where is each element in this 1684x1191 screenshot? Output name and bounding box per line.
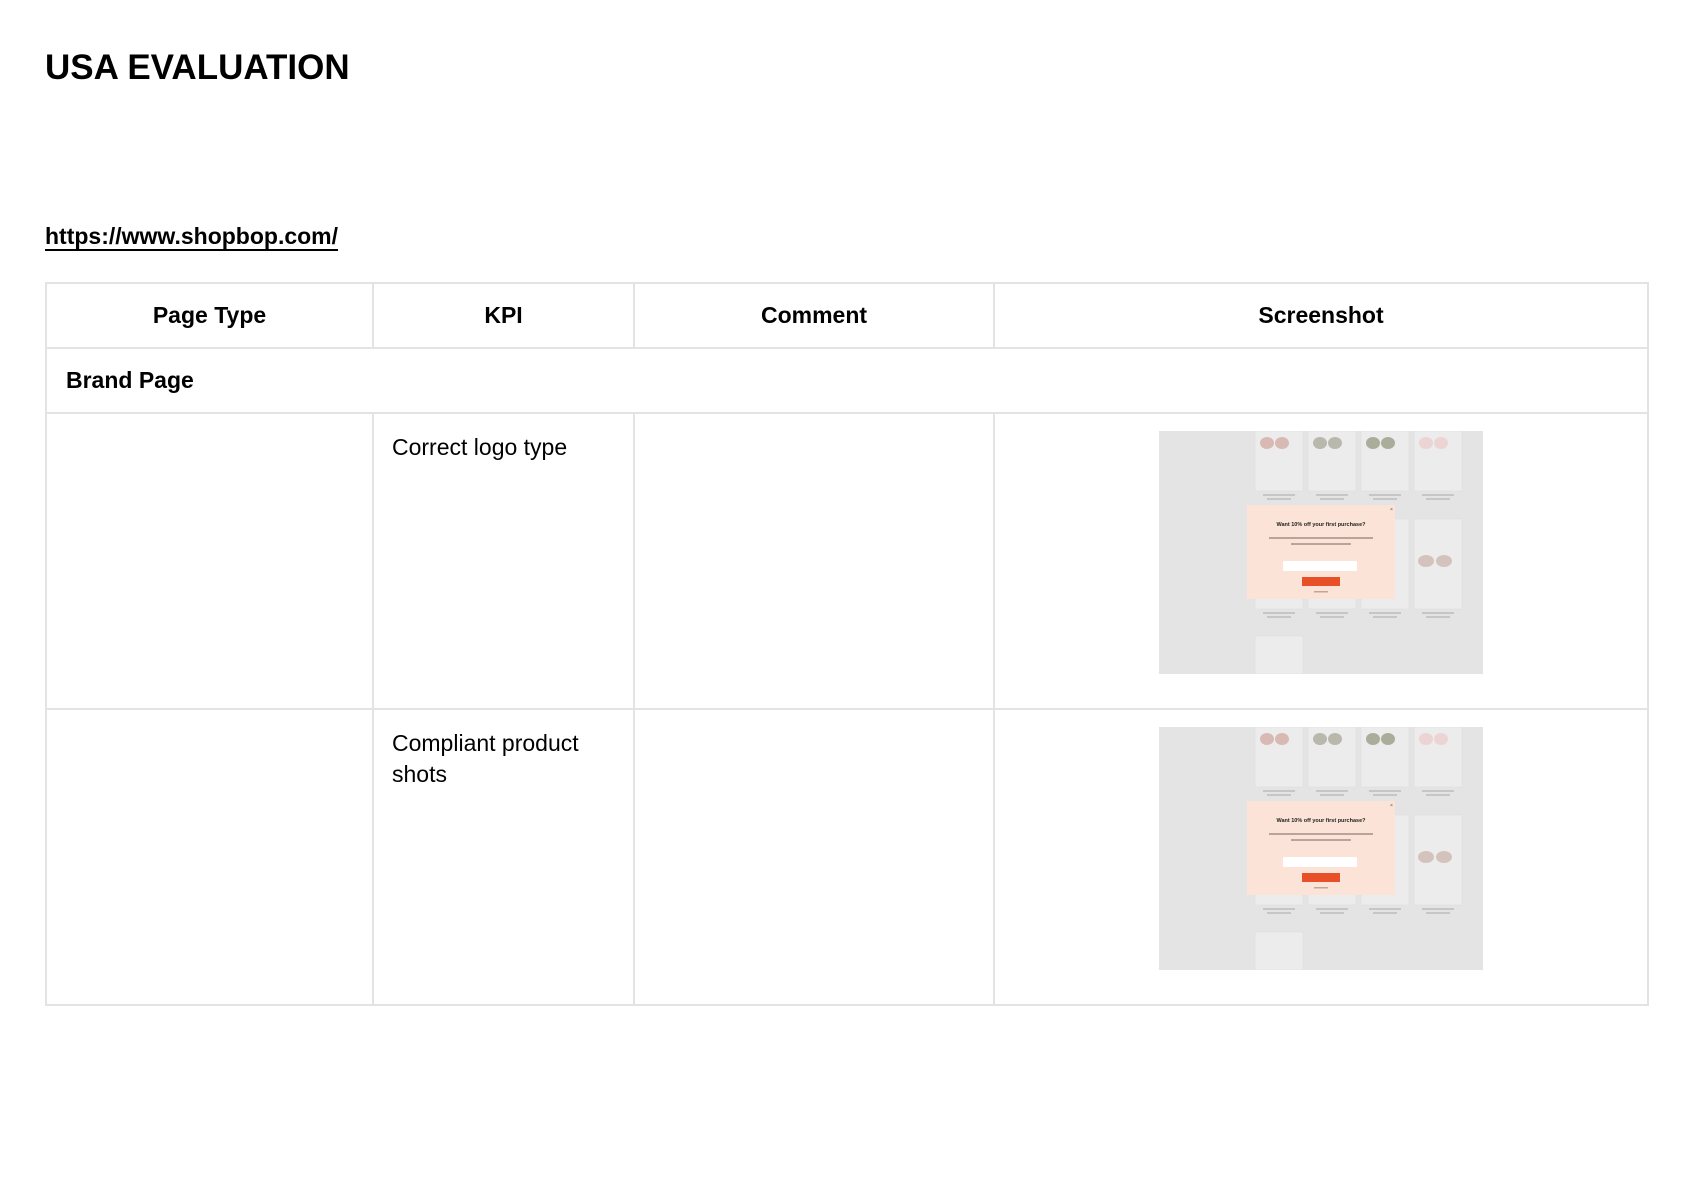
screenshot-cell: Want 10% off your first purchase? ×: [993, 412, 1649, 710]
header-comment: Comment: [633, 282, 995, 349]
kpi-cell: Compliant product shots: [372, 708, 635, 1006]
screenshot-thumbnail: Want 10% off your first purchase? ×: [1159, 431, 1483, 674]
comment-cell: [633, 412, 995, 710]
table-row: Compliant product shots Want 10% off you…: [45, 708, 1649, 1006]
svg-text:×: ×: [1390, 803, 1393, 809]
section-label: Brand Page: [45, 347, 1649, 414]
header-screenshot: Screenshot: [993, 282, 1649, 349]
document-title: USA EVALUATION: [45, 48, 350, 87]
screenshot-cell: Want 10% off your first purchase? ×: [993, 708, 1649, 1006]
page-type-cell: [45, 708, 374, 1006]
kpi-cell: Correct logo type: [372, 412, 635, 710]
table-header-row: Page Type KPI Comment Screenshot: [45, 282, 1649, 349]
header-kpi: KPI: [372, 282, 635, 349]
evaluation-table: Page Type KPI Comment Screenshot Brand P…: [45, 282, 1649, 1006]
screenshot-thumbnail: Want 10% off your first purchase? ×: [1159, 727, 1483, 970]
shopbop-url-link[interactable]: https://www.shopbop.com/: [45, 221, 338, 251]
svg-text:Want 10% off your first purcha: Want 10% off your first purchase?: [1276, 818, 1366, 824]
table-row: Correct logo type Want 10% off your firs…: [45, 412, 1649, 710]
svg-text:Want 10% off your first purcha: Want 10% off your first purchase?: [1276, 522, 1366, 528]
section-row: Brand Page: [45, 347, 1649, 414]
page-type-cell: [45, 412, 374, 710]
svg-text:×: ×: [1390, 507, 1393, 513]
header-page-type: Page Type: [45, 282, 374, 349]
comment-cell: [633, 708, 995, 1006]
